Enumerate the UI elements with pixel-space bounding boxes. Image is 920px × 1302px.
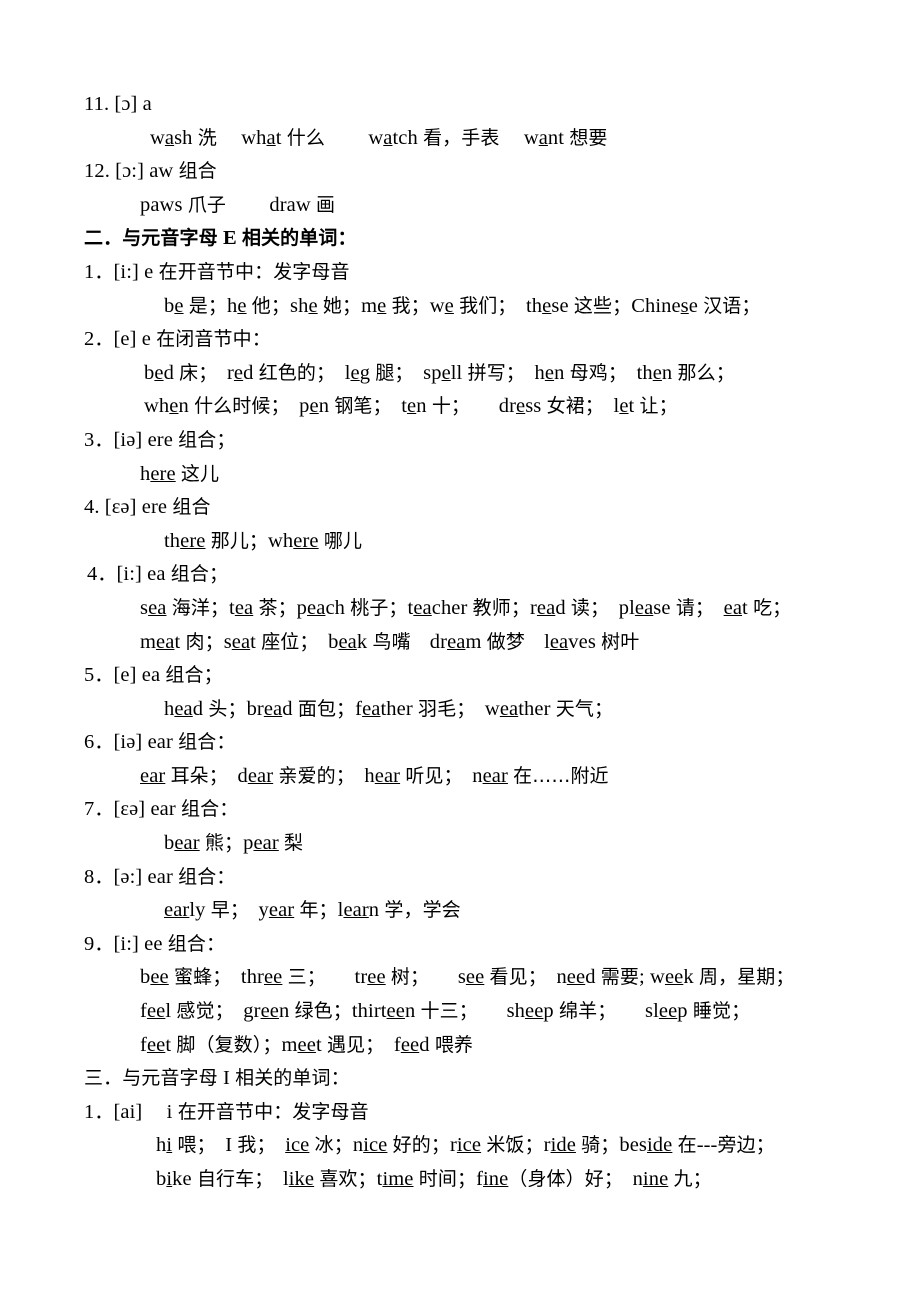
word-line: early 早； year 年；learn 学，学会 <box>164 899 461 922</box>
document-page: 11. [ɔ] a wash 洗 what 什么 watch 看，手表 want… <box>0 0 920 1302</box>
document-body: 11. [ɔ] a wash 洗 what 什么 watch 看，手表 want… <box>84 88 860 1197</box>
word-line: meat 肉；seat 座位； beak 鸟嘴 dream 做梦 leaves … <box>140 630 640 653</box>
rule-line: 6．[iə] ear 组合： <box>84 731 236 754</box>
word-line: paws 爪子 draw 画 <box>140 193 336 216</box>
word-line: bear 熊；pear 梨 <box>164 832 304 855</box>
word-line: hi 喂； I 我； ice 冰；nice 好的；rice 米饭；ride 骑；… <box>156 1134 775 1157</box>
rule-line: 5．[e] ea 组合； <box>84 664 223 687</box>
word-line: wash 洗 what 什么 watch 看，手表 want 想要 <box>150 126 608 149</box>
rule-line: 1．[i:] e 在开音节中：发字母音 <box>84 260 350 283</box>
word-line: bee 蜜蜂； three 三； tree 树； see 看见； need 需要… <box>140 966 795 989</box>
rule-line: 8．[ə:] ear 组合： <box>84 865 236 888</box>
word-line: there 那儿；where 哪儿 <box>164 529 363 552</box>
word-line: sea 海洋；tea 茶；peach 桃子；teacher 教师；read 读；… <box>140 596 792 619</box>
rule-line: 11. [ɔ] a <box>84 93 152 115</box>
word-line: feet 脚（复数）；meet 遇见； feed 喂养 <box>140 1033 474 1056</box>
rule-line: 12. [ɔ:] aw 组合 <box>84 160 217 183</box>
rule-line: 4．[i:] ea 组合； <box>87 563 229 586</box>
section-heading-i: 三．与元音字母 I 相关的单词： <box>84 1067 350 1090</box>
section-heading-e: 二．与元音字母 E 相关的单词： <box>84 227 357 250</box>
rule-line: 7．[ɛə] ear 组合： <box>84 798 239 821</box>
word-line: feel 感觉； green 绿色；thirteen 十三； sheep 绵羊；… <box>140 1000 751 1023</box>
word-line: be 是；he 他；she 她；me 我；we 我们； these 这些；Chi… <box>164 294 761 317</box>
rule-line: 4. [ɛə] ere 组合 <box>84 496 211 519</box>
rule-line: 9．[i:] ee 组合： <box>84 932 226 955</box>
rule-line: 1．[ai] i 在开音节中：发字母音 <box>84 1100 369 1123</box>
word-line: when 什么时候； pen 钢笔； ten 十； dress 女裙； let … <box>144 395 678 418</box>
word-line: bike 自行车； like 喜欢；time 时间；fine（身体）好； nin… <box>156 1168 712 1190</box>
word-line: head 头；bread 面包；feather 羽毛； weather 天气； <box>164 697 614 720</box>
word-line: here 这儿 <box>140 462 220 485</box>
word-line: ear 耳朵； dear 亲爱的； hear 听见； near 在……附近 <box>140 764 609 787</box>
word-line: bed 床； red 红色的； leg 腿； spell 拼写； hen 母鸡；… <box>144 361 735 384</box>
rule-line: 2．[e] e 在闭音节中： <box>84 328 271 351</box>
rule-line: 3．[iə] ere 组合； <box>84 428 236 451</box>
